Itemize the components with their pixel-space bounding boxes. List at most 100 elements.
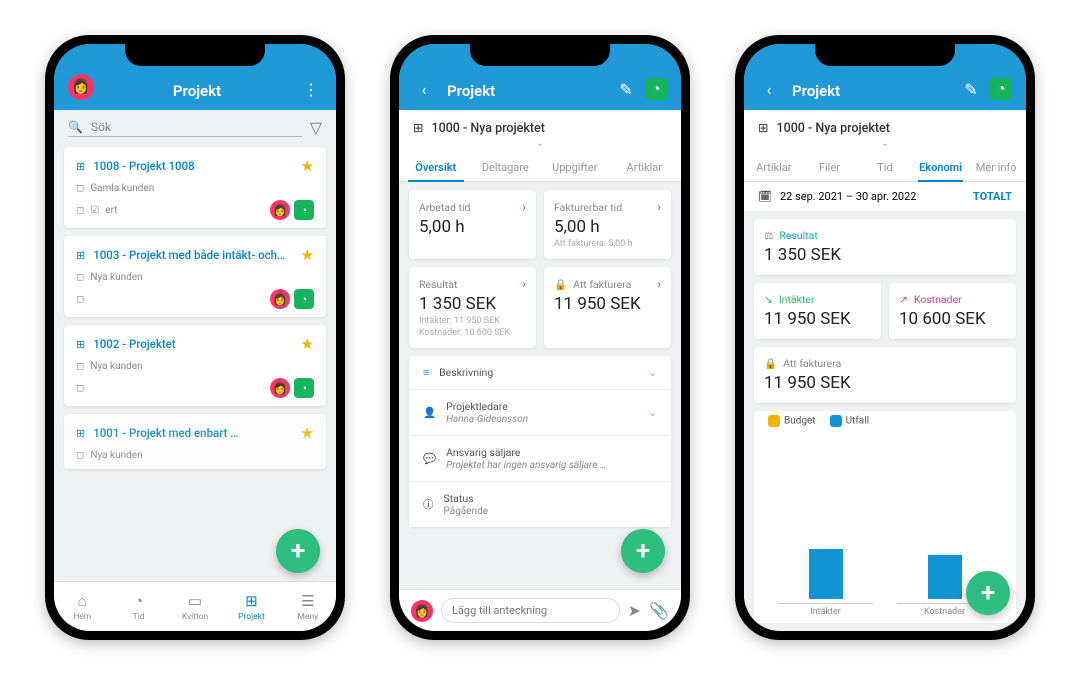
tile-value: 10 600 SEK <box>899 309 1006 329</box>
total-toggle[interactable]: TOTALT <box>973 190 1012 203</box>
tile-to-invoice[interactable]: 🔒Att fakturera› 11 950 SEK <box>544 267 671 348</box>
attach-icon[interactable]: 📎 <box>649 601 669 620</box>
project-card[interactable]: ⊞ 1002 - Projektet ★ ◻Nya kunden ◻ 👩 ◔ <box>64 325 326 406</box>
kebab-menu-icon[interactable]: ⋮ <box>300 78 322 100</box>
tile-sub: Att fakturera: 5,00 h <box>554 239 661 249</box>
tab-time[interactable]: ◔Tid <box>110 582 166 631</box>
phone-2: ‹ Projekt ✎ ◔ ⊞1000 - Nya projektet ⌄ Öv… <box>390 35 690 640</box>
tile-value: 5,00 h <box>419 217 526 237</box>
tile-worked-time[interactable]: Arbetad tid › 5,00 h <box>409 190 536 259</box>
star-icon[interactable]: ★ <box>301 424 314 442</box>
tile-value: 1 350 SEK <box>419 294 526 314</box>
project-card[interactable]: ⊞ 1001 - Projekt med enbart … ★ ◻Nya kun… <box>64 414 326 469</box>
chevron-right-icon: › <box>522 200 526 214</box>
tab-articles[interactable]: Artiklar <box>746 153 802 181</box>
assignee-avatar-icon[interactable]: 👩 <box>270 378 290 398</box>
doc-icon: ◻ <box>76 205 84 216</box>
star-icon[interactable]: ★ <box>301 335 314 353</box>
row-manager[interactable]: 👤ProjektledareHanna Gideonsson⌄ <box>409 390 671 436</box>
tile-value: 11 950 SEK <box>554 294 661 314</box>
tile-costs[interactable]: ↗Kostnader 10 600 SEK <box>889 283 1016 339</box>
row-description[interactable]: ≡Beskrivning⌄ <box>409 356 671 390</box>
add-fab-button[interactable]: + <box>621 529 665 573</box>
content: ⊞1000 - Nya projektet ⌄ Artiklar Filer T… <box>744 110 1026 631</box>
search-icon: 🔍 <box>68 120 83 134</box>
assignee-avatar-icon[interactable]: 👩 <box>270 289 290 309</box>
project-title: 1002 - Projektet <box>93 337 292 351</box>
send-icon[interactable]: ➤ <box>628 601 641 620</box>
economy-body: ⚖Resultat 1 350 SEK ↘Intäkter 11 950 SEK… <box>744 211 1026 631</box>
tile-result[interactable]: Resultat› 1 350 SEK Intäkter: 11 950 SEK… <box>409 267 536 348</box>
project-card[interactable]: ⊞ 1003 - Projekt med både intäkt- och… ★… <box>64 236 326 317</box>
search-input[interactable]: 🔍 Sök <box>68 118 302 137</box>
edit-icon[interactable]: ✎ <box>615 78 637 100</box>
legend-swatch-budget <box>768 415 780 427</box>
star-icon[interactable]: ★ <box>301 246 314 264</box>
tile-to-invoice[interactable]: 🔒Att fakturera 11 950 SEK <box>754 347 1016 403</box>
list-icon: ≡ <box>423 366 429 379</box>
tab-home[interactable]: ⌂Hem <box>54 582 110 631</box>
legend-swatch-utfall <box>830 415 842 427</box>
timer-chip-icon[interactable]: ◔ <box>294 289 314 309</box>
grid-icon: ⊞ <box>413 120 423 136</box>
tab-files[interactable]: Filer <box>802 153 858 181</box>
grid-icon: ⊞ <box>76 338 85 351</box>
edit-icon[interactable]: ✎ <box>960 78 982 100</box>
phone-3: ‹ Projekt ✎ ◔ ⊞1000 - Nya projektet ⌄ Ar… <box>735 35 1035 640</box>
project-card[interactable]: ⊞ 1008 - Projekt 1008 ★ ◻Gamla kunden ◻☑… <box>64 147 326 228</box>
tile-billable-time[interactable]: Fakturerbar tid› 5,00 h Att fakturera: 5… <box>544 190 671 259</box>
header-title: Projekt <box>443 82 607 100</box>
phone-screen: ‹ Projekt ✎ ◔ ⊞1000 - Nya projektet ⌄ Ar… <box>744 44 1026 631</box>
search-bar: 🔍 Sök ▽ <box>54 110 336 143</box>
chart-legend: Budget Utfall <box>754 411 1016 431</box>
filter-icon[interactable]: ▽ <box>310 118 322 137</box>
assignee-avatar-icon[interactable]: 👩 <box>270 200 290 220</box>
tab-more[interactable]: Mer info <box>968 153 1024 181</box>
timer-header-icon[interactable]: ◔ <box>990 78 1012 100</box>
timer-chip-icon[interactable]: ◔ <box>294 200 314 220</box>
project-header[interactable]: ⊞1000 - Nya projektet ⌄ <box>744 110 1026 153</box>
add-fab-button[interactable]: + <box>276 529 320 573</box>
note-input[interactable] <box>441 598 620 623</box>
date-range-row[interactable]: 🗓 22 sep. 2021 – 30 apr. 2022 TOTALT <box>744 182 1026 211</box>
home-icon: ⌂ <box>78 592 87 610</box>
back-icon[interactable]: ‹ <box>758 78 780 100</box>
info-icon: ⓘ <box>423 497 434 512</box>
tile-label: Arbetad tid <box>419 201 470 214</box>
person-icon: 👤 <box>423 406 436 419</box>
row-sales[interactable]: 💬Ansvarig säljareProjektet har ingen ans… <box>409 436 671 482</box>
customer-name: Nya kunden <box>90 450 142 461</box>
tab-time[interactable]: Tid <box>857 153 913 181</box>
project-header[interactable]: ⊞1000 - Nya projektet ⌄ <box>399 110 681 153</box>
person-icon: ◻ <box>76 450 84 461</box>
add-fab-button[interactable]: + <box>966 571 1010 615</box>
star-icon[interactable]: ★ <box>301 157 314 175</box>
tab-tasks[interactable]: Uppgifter <box>540 153 610 181</box>
chart-bar-income: Intäkter <box>778 549 873 617</box>
tab-projects[interactable]: ⊞Projekt <box>223 582 279 631</box>
tab-articles[interactable]: Artiklar <box>610 153 680 181</box>
doc-icon: ◻ <box>76 294 84 305</box>
avatar[interactable]: 👩 <box>68 74 94 100</box>
chevron-down-icon[interactable]: ⌄ <box>758 138 1012 149</box>
tile-label: Resultat <box>419 278 457 291</box>
back-icon[interactable]: ‹ <box>413 78 435 100</box>
tile-label: Att fakturera <box>783 357 841 370</box>
timer-header-icon[interactable]: ◔ <box>645 78 667 100</box>
content: ⊞1000 - Nya projektet ⌄ Översikt Deltaga… <box>399 110 681 631</box>
tab-overview[interactable]: Översikt <box>401 153 471 181</box>
tab-economy[interactable]: Ekonomi <box>913 153 969 181</box>
tab-participants[interactable]: Deltagare <box>471 153 541 181</box>
scale-icon: ⚖ <box>764 229 773 242</box>
tab-receipts[interactable]: ▭Kvitton <box>167 582 223 631</box>
row-status[interactable]: ⓘStatusPågående <box>409 482 671 527</box>
lock-icon: 🔒 <box>554 278 567 291</box>
tile-income[interactable]: ↘Intäkter 11 950 SEK <box>754 283 881 339</box>
status-value: Pågående <box>444 506 489 517</box>
tab-menu[interactable]: ☰Meny <box>280 582 336 631</box>
doc-icon: ◻ <box>76 383 84 394</box>
timer-chip-icon[interactable]: ◔ <box>294 378 314 398</box>
tile-result[interactable]: ⚖Resultat 1 350 SEK <box>754 219 1016 275</box>
clock-icon: ◔ <box>134 592 143 610</box>
chevron-down-icon[interactable]: ⌄ <box>413 138 667 149</box>
